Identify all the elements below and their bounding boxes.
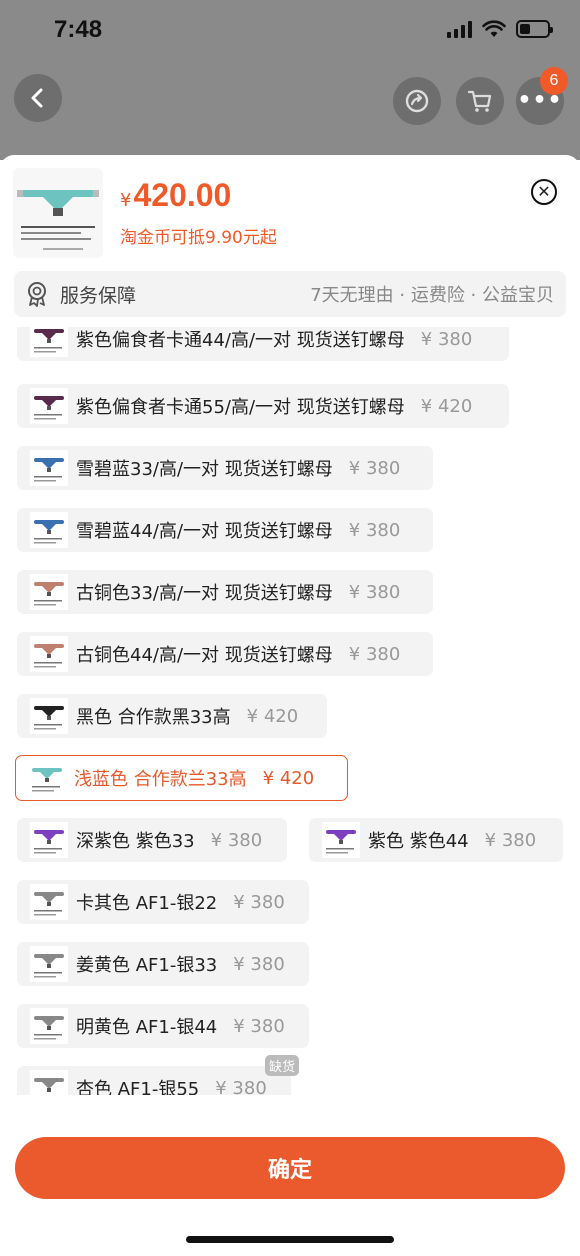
sku-thumbnail [30,1008,68,1044]
sku-selection-sheet: ¥ 420.00 淘金币可抵9.90元起 ✕ 服务保障 7天无理由 · 运费险 … [0,155,580,1256]
status-icons [447,20,553,38]
sku-option[interactable]: 古铜色44/高/一对 现货送钉螺母 ¥ 380 [17,632,433,676]
service-label: 服务保障 [60,284,137,307]
coin-discount-note: 淘金币可抵9.90元起 [120,228,277,248]
sku-thumbnail [30,884,68,920]
sku-thumbnail [30,946,68,982]
status-bar: 7:48 [0,0,580,60]
sku-thumbnail [30,512,68,548]
currency-symbol: ¥ [120,190,132,211]
sku-option[interactable]: 姜黄色 AF1-银33 ¥ 380 [17,942,309,986]
product-thumbnail[interactable] [13,168,103,258]
sku-option-price: ¥ 420 [246,705,299,727]
sku-option[interactable]: 卡其色 AF1-银22 ¥ 380 [17,880,309,924]
sku-option-name: 古铜色44/高/一对 现货送钉螺母 [76,645,333,666]
signal-icon [447,20,472,38]
sku-option-price: ¥ 380 [233,1015,285,1037]
service-description: 7天无理由 · 运费险 · 公益宝贝 [310,285,554,306]
sku-list: 紫色偏食者卡通44/高/一对 现货送钉螺母 ¥ 380 紫色偏食者卡通55/高/… [0,327,580,1095]
sku-thumbnail [322,822,360,858]
close-button[interactable]: ✕ [531,179,557,205]
home-indicator [186,1236,394,1243]
sku-thumbnail [30,450,68,486]
sku-option[interactable]: 古铜色33/高/一对 现货送钉螺母 ¥ 380 [17,570,433,614]
sku-option-price: ¥ 420 [262,767,315,789]
share-icon [405,89,429,113]
skate-truck-image [13,168,103,258]
selected-price: ¥ 420.00 [120,177,231,214]
message-badge: 6 [540,67,568,95]
sku-option-name: 古铜色33/高/一对 现货送钉螺母 [76,583,333,604]
sku-option-name: 紫色偏食者卡通44/高/一对 现货送钉螺母 [76,330,405,351]
cart-icon [467,90,492,112]
sku-option-name: 浅蓝色 合作款兰33高 [74,769,247,790]
sku-option-price: ¥ 380 [233,891,285,913]
cart-button[interactable] [456,77,504,125]
sku-option-price: ¥ 380 [215,1077,267,1096]
battery-icon [516,20,553,38]
sku-option-out-of-stock[interactable]: 缺货 杏色 AF1-银55 ¥ 380 [17,1055,299,1096]
confirm-button[interactable]: 确定 [15,1137,565,1199]
sku-option[interactable]: 黑色 合作款黑33高 ¥ 420 [17,694,327,738]
status-time: 7:48 [54,16,103,43]
sku-thumbnail [30,1070,68,1095]
sku-thumbnail [30,822,68,858]
sku-option-price: ¥ 380 [484,829,537,851]
sku-option[interactable]: 雪碧蓝33/高/一对 现货送钉螺母 ¥ 380 [17,446,433,490]
sku-option-name: 姜黄色 AF1-银33 [76,955,218,976]
sku-option[interactable]: 明黄色 AF1-银44 ¥ 380 [17,1004,309,1048]
close-icon: ✕ [537,182,551,201]
sku-option-price: ¥ 380 [348,643,401,665]
sku-option-name: 雪碧蓝33/高/一对 现货送钉螺母 [76,459,333,480]
sku-option[interactable]: 雪碧蓝44/高/一对 现货送钉螺母 ¥ 380 [17,508,433,552]
sku-option-name: 雪碧蓝44/高/一对 现货送钉螺母 [76,521,333,542]
sku-option-selected[interactable]: 浅蓝色 合作款兰33高 ¥ 420 [15,755,348,801]
sku-thumbnail [30,327,68,357]
sku-option-price: ¥ 420 [420,395,473,417]
service-guarantee-row[interactable]: 服务保障 7天无理由 · 运费险 · 公益宝贝 [14,271,566,317]
sku-thumbnail [30,636,68,672]
award-icon [28,282,46,307]
sku-option[interactable]: 深紫色 紫色33 ¥ 380 [17,818,287,862]
back-button[interactable] [14,74,62,122]
sku-option-price: ¥ 380 [348,457,401,479]
sku-option-price: ¥ 380 [233,953,285,975]
out-of-stock-tag: 缺货 [264,1055,299,1076]
sku-option-price: ¥ 380 [348,581,401,603]
chevron-left-icon [31,88,43,108]
sku-thumbnail [30,388,68,424]
sku-option-name: 明黄色 AF1-银44 [76,1017,218,1038]
sku-option[interactable]: 紫色偏食者卡通55/高/一对 现货送钉螺母 ¥ 420 [17,384,509,428]
sku-thumbnail [28,760,66,796]
sku-option-price: ¥ 380 [420,328,473,350]
sku-option[interactable]: 紫色 紫色44 ¥ 380 [309,818,563,862]
sku-option[interactable]: 紫色偏食者卡通44/高/一对 现货送钉螺母 ¥ 380 [17,327,509,361]
sku-thumbnail [30,574,68,610]
sku-option-name: 黑色 合作款黑33高 [76,707,231,728]
sku-option-price: ¥ 380 [348,519,401,541]
share-button[interactable] [393,77,441,125]
sku-option-price: ¥ 380 [210,829,263,851]
sku-option-name: 紫色偏食者卡通55/高/一对 现货送钉螺母 [76,397,405,418]
price-value: 420.00 [133,177,232,213]
sku-option-name: 杏色 AF1-银55 [76,1079,200,1095]
wifi-icon [482,20,506,37]
sku-option-name: 紫色 紫色44 [368,831,469,852]
sku-option-name: 卡其色 AF1-银22 [76,893,218,914]
sku-thumbnail [30,698,68,734]
sku-option-name: 深紫色 紫色33 [76,831,195,852]
